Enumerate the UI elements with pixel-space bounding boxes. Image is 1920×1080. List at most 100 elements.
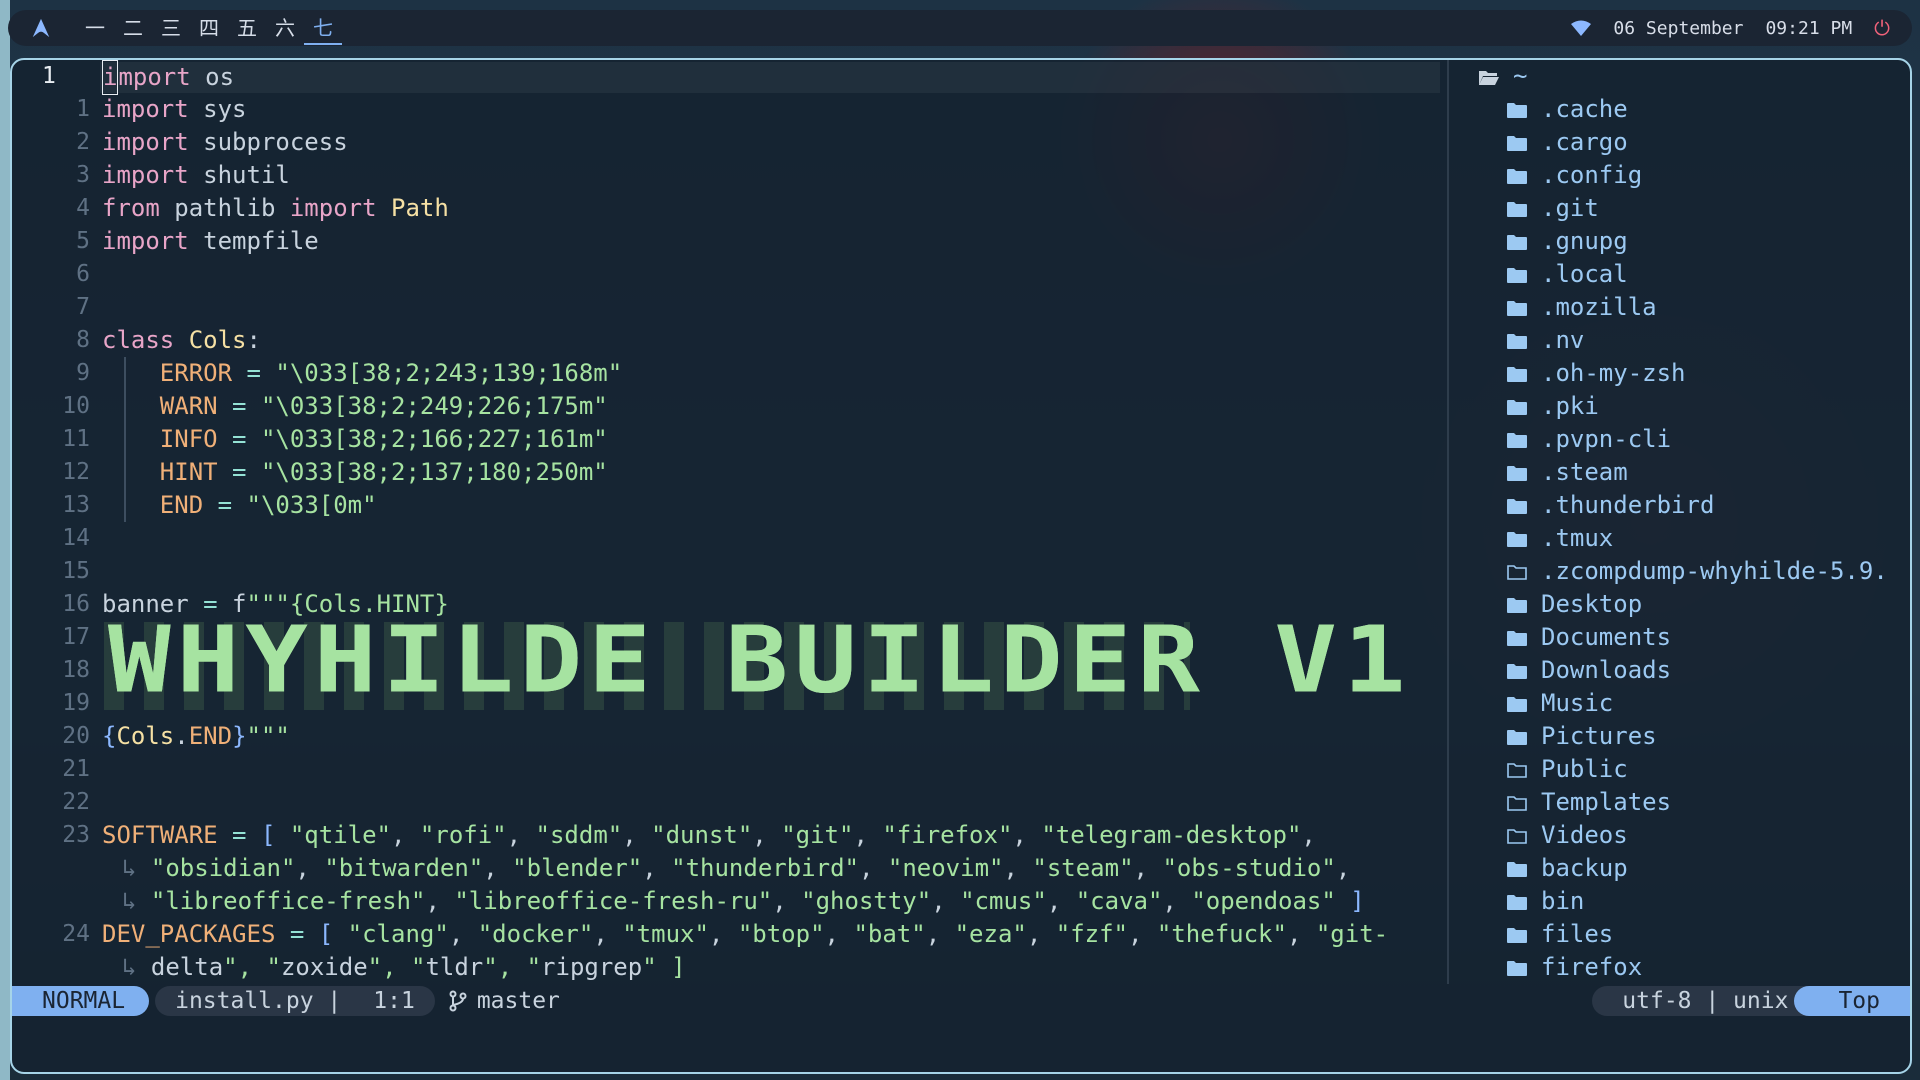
tree-item[interactable]: Public (1507, 753, 1628, 786)
tree-item-label: Desktop (1541, 590, 1643, 618)
code-line: {Cols.END}""" (102, 722, 290, 750)
tree-item[interactable]: .oh-my-zsh (1507, 357, 1686, 390)
workspace-2[interactable]: 二 (114, 12, 152, 45)
line-number: 6 (76, 261, 90, 287)
tree-item-label: .git (1541, 194, 1599, 222)
tree-item-label: .pvpn-cli (1541, 425, 1672, 453)
line-number: 7 (76, 294, 90, 320)
code-line: HINT = "\033[38;2;137;180;250m" (159, 458, 608, 486)
code-line: banner = f"""{Cols.HINT} (102, 590, 449, 618)
tree-item[interactable]: .tmux (1507, 522, 1613, 555)
tree-item[interactable]: .thunderbird (1507, 489, 1714, 522)
tree-item-label: .nv (1541, 326, 1585, 354)
workspace-3[interactable]: 三 (152, 12, 190, 45)
tree-item[interactable]: Downloads (1507, 654, 1671, 687)
tree-item[interactable]: .cache (1507, 93, 1628, 126)
tree-item[interactable]: Documents (1507, 621, 1671, 654)
wrap-indicator-icon: ↳ (122, 887, 151, 915)
tree-item[interactable]: .cargo (1507, 126, 1628, 159)
git-branch-icon (449, 990, 467, 1012)
tree-item[interactable]: .nv (1507, 324, 1584, 357)
code-line: END = "\033[0m" (159, 491, 377, 519)
line-number: 21 (62, 756, 90, 782)
ascii-banner: WHYHILDE BUILDER V1 (108, 606, 1412, 714)
tree-item-label: .oh-my-zsh (1541, 359, 1686, 387)
folder-open-icon (1479, 71, 1499, 85)
code-line: from pathlib import Path (102, 194, 449, 222)
code-editor[interactable]: WHYHILDE BUILDER V1 1 import os 1 import sy… (12, 60, 1445, 984)
folder-icon (1507, 202, 1527, 217)
clock-label: 09:21 PM (1765, 17, 1853, 39)
folder-icon (1507, 169, 1527, 184)
folder-outline-icon (1507, 763, 1527, 778)
line-number: 10 (62, 393, 90, 419)
tree-item[interactable]: Pictures (1507, 720, 1657, 753)
workspace-1[interactable]: 一 (76, 12, 114, 45)
folder-icon (1507, 400, 1527, 415)
code-line: import os (102, 60, 234, 95)
tree-item[interactable]: backup (1507, 852, 1628, 885)
workspace-list: 一二三四五六七 (76, 12, 342, 45)
file-tree[interactable]: ~ .cache .cargo .config .git .gnupg .local .mo… (1447, 60, 1910, 984)
tree-item-label: .pki (1541, 392, 1599, 420)
line-number: 2 (76, 129, 90, 155)
tree-root[interactable]: ~ (1479, 60, 1527, 93)
cursor-position: 1:1 (373, 988, 415, 1014)
tree-item-label: .zcompdump-whyhilde-5.9. (1541, 557, 1888, 585)
tree-item-label: Pictures (1541, 722, 1657, 750)
tree-item[interactable]: .pki (1507, 390, 1599, 423)
line-number: 13 (62, 492, 90, 518)
tree-item-label: .cache (1541, 95, 1628, 123)
workspace-7[interactable]: 七 (304, 12, 342, 45)
line-number: 18 (62, 657, 90, 683)
scroll-position: Top (1794, 986, 1910, 1016)
code-line: INFO = "\033[38;2;166;227;161m" (159, 425, 608, 453)
workspace-6[interactable]: 六 (266, 12, 304, 45)
line-number: 17 (62, 624, 90, 650)
tree-item-label: bin (1541, 887, 1585, 915)
tree-item[interactable]: .git (1507, 192, 1599, 225)
tree-item[interactable]: .config (1507, 159, 1642, 192)
tree-item[interactable]: Videos (1507, 819, 1628, 852)
tree-item[interactable]: .local (1507, 258, 1628, 291)
line-number: 22 (62, 789, 90, 815)
command-line[interactable] (12, 1018, 1910, 1072)
tree-item[interactable]: Music (1507, 687, 1613, 720)
tree-item[interactable]: .zcompdump-whyhilde-5.9. (1507, 555, 1888, 588)
tree-item[interactable]: firefox (1507, 951, 1642, 984)
wifi-icon[interactable] (1571, 20, 1592, 36)
line-number (12, 885, 90, 918)
tree-item[interactable]: files (1507, 918, 1613, 951)
code-line: import sys (102, 95, 247, 123)
encoding-format: utf-8 | unix (1592, 986, 1809, 1016)
tree-item[interactable]: Desktop (1507, 588, 1642, 621)
power-icon[interactable]: ⏻ (1874, 16, 1890, 40)
folder-icon (1507, 598, 1527, 613)
terminal-window: WHYHILDE BUILDER V1 1 import os 1 import sy… (10, 58, 1912, 1074)
folder-outline-icon (1507, 829, 1527, 844)
folder-icon (1507, 235, 1527, 250)
tree-item[interactable]: .pvpn-cli (1507, 423, 1671, 456)
code-line: SOFTWARE = [ "qtile", "rofi", "sddm", "d… (102, 821, 1316, 849)
tree-item-label: .steam (1541, 458, 1628, 486)
workspace-4[interactable]: 四 (190, 12, 228, 45)
tree-item[interactable]: .steam (1507, 456, 1628, 489)
arch-logo-icon[interactable] (30, 17, 52, 39)
code-line: WARN = "\033[38;2;249;226;175m" (159, 392, 608, 420)
file-info: install.py | 1:1 (155, 986, 435, 1016)
line-number (12, 852, 90, 885)
tree-item-label: Videos (1541, 821, 1628, 849)
line-number: 4 (76, 195, 90, 221)
tree-item[interactable]: .mozilla (1507, 291, 1657, 324)
folder-icon (1507, 466, 1527, 481)
tree-item[interactable]: .gnupg (1507, 225, 1628, 258)
code-line: import tempfile (102, 227, 319, 255)
tree-item-label: .config (1541, 161, 1643, 189)
tree-item[interactable]: bin (1507, 885, 1584, 918)
folder-icon (1507, 664, 1527, 679)
line-number: 12 (62, 459, 90, 485)
line-number: 3 (76, 162, 90, 188)
tree-item-label: Documents (1541, 623, 1672, 651)
tree-item[interactable]: Templates (1507, 786, 1671, 819)
workspace-5[interactable]: 五 (228, 12, 266, 45)
